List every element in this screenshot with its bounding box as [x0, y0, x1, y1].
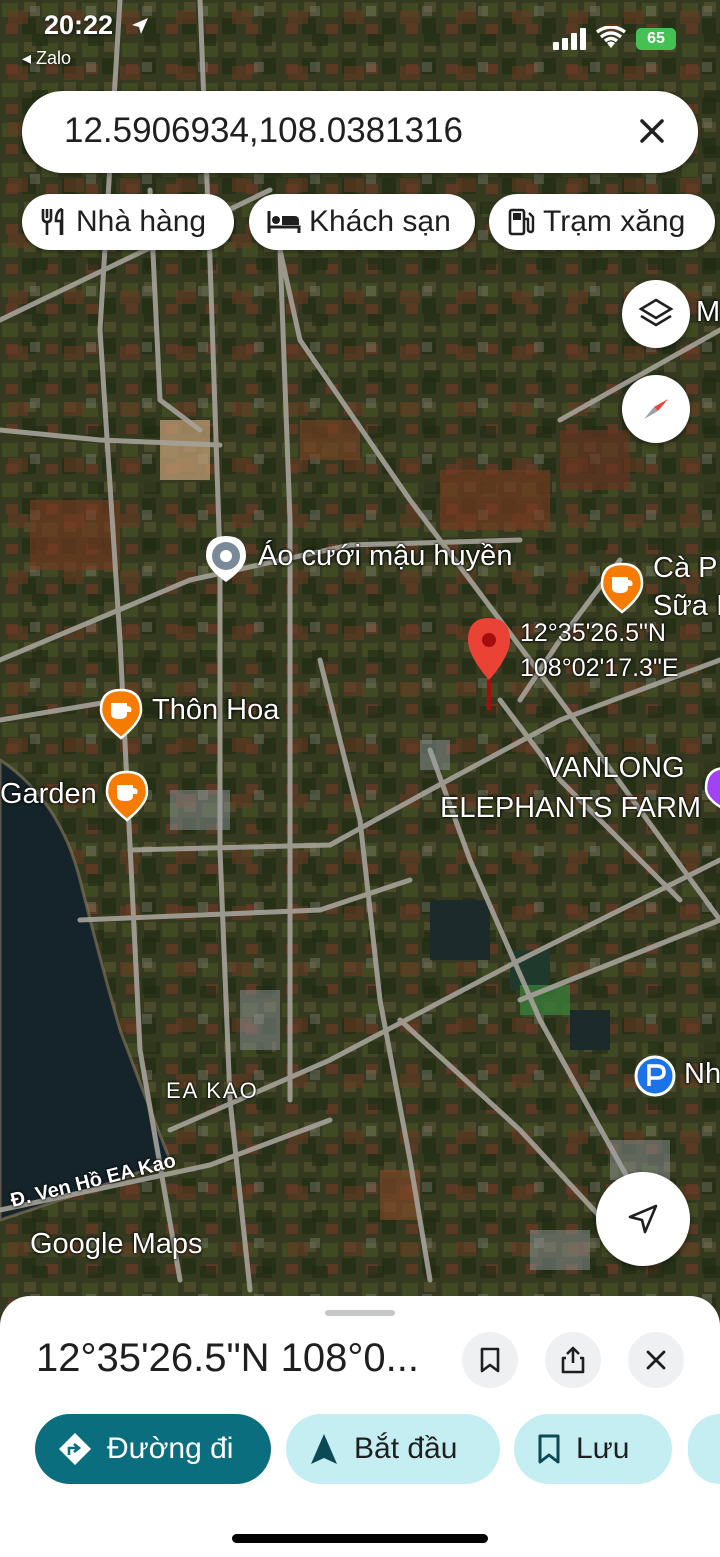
close-sheet-button[interactable] [628, 1332, 684, 1388]
directions-icon [59, 1433, 91, 1465]
directions-button[interactable]: Đường đi [35, 1414, 271, 1484]
home-indicator[interactable] [232, 1534, 488, 1543]
chip-hotels[interactable]: Khách sạn [249, 194, 475, 250]
logo-maps: Maps [131, 1228, 203, 1260]
directions-label: Đường đi [107, 1432, 234, 1465]
layers-icon [638, 298, 674, 327]
compass-button[interactable] [622, 375, 690, 443]
attraction-marker-icon[interactable] [704, 766, 720, 810]
logo-google: Google [30, 1228, 124, 1260]
battery-indicator: 65 [636, 28, 676, 50]
save-label: Lưu [576, 1432, 630, 1465]
more-actions-partial[interactable] [688, 1414, 720, 1484]
save-icon-button[interactable] [462, 1332, 518, 1388]
status-time: 20:22 [44, 10, 114, 40]
chip-gas-stations[interactable]: Trạm xăng [489, 194, 715, 250]
gas-station-icon [508, 208, 535, 236]
pin-coordinates: 12°35'26.5"N 108°02'17.3"E [520, 616, 679, 686]
share-icon [561, 1346, 585, 1374]
area-label-ea-kao: EA KAO [166, 1078, 259, 1103]
start-button[interactable]: Bắt đầu [286, 1414, 500, 1484]
location-arrow-icon [132, 18, 148, 34]
restaurant-icon [41, 207, 64, 235]
hotel-icon [267, 211, 301, 233]
navigation-arrow-icon [628, 1204, 658, 1234]
save-button[interactable]: Lưu [514, 1414, 672, 1484]
place-label-dress-shop[interactable]: Áo cưới mậu huyền [258, 540, 512, 573]
cafe-marker-icon[interactable] [98, 688, 144, 740]
dropped-pin-icon[interactable] [466, 616, 512, 716]
pin-longitude: 108°02'17.3"E [520, 654, 679, 682]
place-label-thon-hoa[interactable]: Thôn Hoa [152, 694, 279, 727]
google-maps-logo: Google Maps [30, 1228, 203, 1261]
status-bar: 20:22 ◂ Zalo 65 [0, 0, 720, 80]
chip-label: Nhà hàng [76, 205, 207, 238]
search-query[interactable]: 12.5906934,108.0381316 [64, 111, 463, 151]
battery-level: 65 [647, 30, 665, 47]
bookmark-icon [480, 1347, 500, 1373]
place-label-vanlong-1[interactable]: VANLONG [545, 752, 685, 785]
close-icon [646, 1350, 666, 1370]
place-label-garden[interactable]: Garden [0, 778, 97, 811]
search-bar[interactable]: 12.5906934,108.0381316 [22, 91, 698, 173]
cafe-marker-icon[interactable] [599, 562, 645, 614]
share-button[interactable] [545, 1332, 601, 1388]
place-label-parking[interactable]: Nh [684, 1058, 720, 1091]
back-to-app[interactable]: ◂ Zalo [22, 48, 71, 69]
back-app-label: Zalo [36, 48, 72, 68]
chip-restaurants[interactable]: Nhà hàng [22, 194, 234, 250]
place-label-cafe-right-1[interactable]: Cà P [653, 552, 717, 585]
bookmark-icon [538, 1434, 560, 1464]
layers-button[interactable] [622, 280, 690, 348]
layers-partial-label: M [696, 296, 720, 328]
cafe-marker-icon[interactable] [104, 770, 150, 822]
place-label-vanlong-2[interactable]: ELEPHANTS FARM [440, 792, 701, 825]
cellular-signal-icon [553, 28, 586, 50]
start-label: Bắt đầu [354, 1432, 458, 1465]
chip-label: Trạm xăng [543, 205, 686, 238]
compass-icon [644, 399, 668, 419]
my-location-button[interactable] [596, 1172, 690, 1266]
sheet-title: 12°35'26.5"N 108°0... [36, 1336, 419, 1380]
parking-marker-icon[interactable] [633, 1054, 677, 1098]
chip-label: Khách sạn [309, 205, 451, 238]
wifi-icon [596, 26, 626, 48]
place-bottom-sheet[interactable]: 12°35'26.5"N 108°0... Đường đi Bắt đầu L… [0, 1296, 720, 1557]
clear-search-icon[interactable] [634, 113, 670, 149]
shop-marker-icon[interactable] [203, 534, 249, 584]
navigation-icon [311, 1434, 337, 1464]
sheet-drag-handle[interactable] [325, 1310, 395, 1316]
pin-latitude: 12°35'26.5"N [520, 619, 666, 647]
